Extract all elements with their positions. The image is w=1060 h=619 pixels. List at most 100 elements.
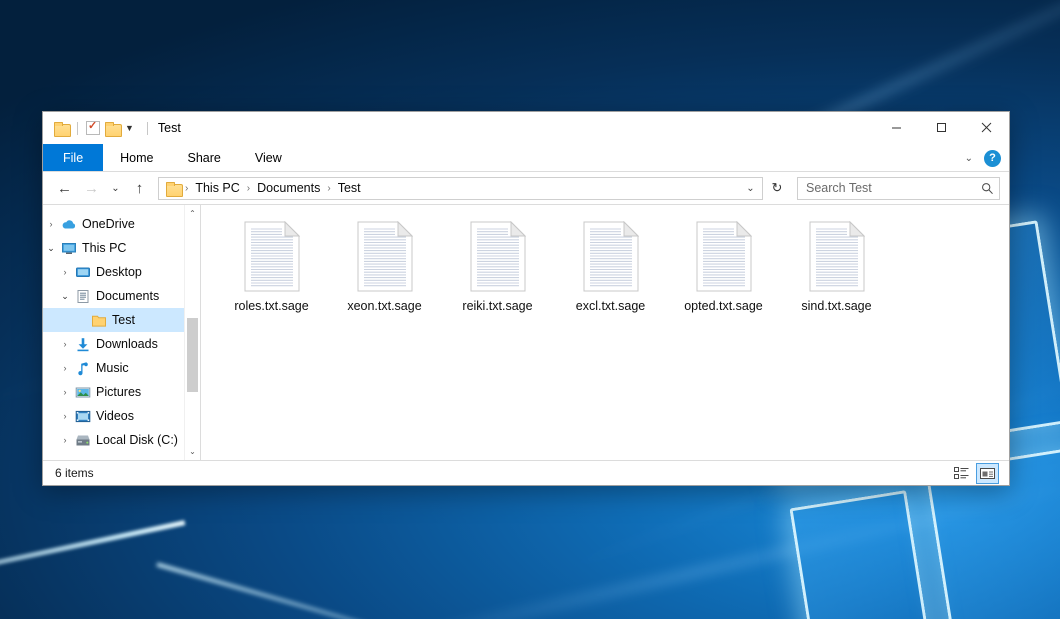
minimize-button[interactable] <box>874 112 919 142</box>
scrollbar-thumb[interactable] <box>187 318 198 392</box>
chevron-down-icon[interactable]: ⌄ <box>43 243 59 254</box>
navigation-scrollbar[interactable]: ⌃ ⌄ <box>184 205 200 460</box>
sidebar-item-documents[interactable]: ⌄ Documents <box>43 284 200 308</box>
details-view-button[interactable] <box>950 463 973 484</box>
sidebar-item-videos[interactable]: › Videos <box>43 404 200 428</box>
back-button[interactable]: ← <box>52 176 77 200</box>
address-bar-row: ← → ⌄ ↑ › This PC › Documents › Test ⌄ ↻… <box>43 172 1009 204</box>
large-icons-view-button[interactable] <box>976 463 999 484</box>
search-box[interactable]: Search Test <box>797 177 1000 200</box>
address-bar[interactable]: › This PC › Documents › Test ⌄ <box>158 177 763 200</box>
title-bar: ▼ Test <box>43 112 1009 144</box>
file-explorer-window: ▼ Test File Home Share View ⌄ ? ← → <box>42 111 1010 486</box>
text-document-icon <box>583 221 639 292</box>
chevron-right-icon[interactable]: › <box>57 387 73 397</box>
sidebar-item-local-disk-c[interactable]: › Local Disk (C:) <box>43 428 200 452</box>
pictures-icon <box>73 385 93 400</box>
window-controls <box>874 112 1009 142</box>
cloud-icon <box>59 217 79 232</box>
item-count-label: 6 items <box>55 466 94 480</box>
text-document-icon <box>244 221 300 292</box>
close-button[interactable] <box>964 112 1009 142</box>
maximize-button[interactable] <box>919 112 964 142</box>
breadcrumb-documents[interactable]: Documents <box>251 179 326 198</box>
ribbon-right-controls: ⌄ ? <box>965 144 1001 172</box>
sidebar-item-pictures[interactable]: › Pictures <box>43 380 200 404</box>
view-mode-buttons <box>950 463 1004 484</box>
desktop-icon <box>73 265 93 280</box>
documents-icon <box>73 289 93 304</box>
scroll-up-arrow-icon[interactable]: ⌃ <box>185 205 200 222</box>
breadcrumb-this-pc[interactable]: This PC <box>189 179 245 198</box>
sidebar-item-label: Local Disk (C:) <box>93 433 178 447</box>
chevron-right-icon[interactable]: › <box>57 363 73 373</box>
sidebar-item-music[interactable]: › Music <box>43 356 200 380</box>
ribbon-tab-bar: File Home Share View ⌄ ? <box>43 144 1009 172</box>
text-document-icon <box>809 221 865 292</box>
tab-share[interactable]: Share <box>171 144 238 171</box>
text-document-icon <box>357 221 413 292</box>
file-item[interactable]: opted.txt.sage <box>667 217 780 319</box>
folder-icon[interactable] <box>54 122 69 135</box>
sidebar-item-downloads[interactable]: ›Downloads <box>43 332 200 356</box>
tab-home[interactable]: Home <box>103 144 170 171</box>
sidebar-item-test[interactable]: Test <box>43 308 200 332</box>
file-item[interactable]: excl.txt.sage <box>554 217 667 319</box>
scroll-down-arrow-icon[interactable]: ⌄ <box>185 443 200 460</box>
up-button[interactable]: ↑ <box>127 176 152 200</box>
file-name-label: excl.txt.sage <box>576 299 645 313</box>
recent-locations-button[interactable]: ⌄ <box>106 176 125 200</box>
forward-button[interactable]: → <box>79 176 104 200</box>
search-input[interactable]: Search Test <box>806 181 981 195</box>
music-icon <box>73 361 93 376</box>
expand-ribbon-chevron-icon[interactable]: ⌄ <box>965 153 973 164</box>
sidebar-item-this-pc[interactable]: ⌄ This PC <box>43 236 200 260</box>
window-title: Test <box>148 121 181 135</box>
file-grid: roles.txt.sage xeon.txt.sage reiki.txt.s… <box>201 205 1009 319</box>
refresh-button[interactable]: ↻ <box>765 177 789 200</box>
sidebar-item-label: Desktop <box>93 265 142 279</box>
file-item[interactable]: xeon.txt.sage <box>328 217 441 319</box>
downloads-icon <box>73 337 93 352</box>
monitor-icon <box>59 241 79 256</box>
address-dropdown-chevron-icon[interactable]: ⌄ <box>741 183 760 194</box>
chevron-right-icon[interactable]: › <box>57 411 73 421</box>
properties-icon[interactable] <box>86 121 100 135</box>
text-document-icon <box>470 221 526 292</box>
sidebar-item-label: Music <box>93 361 129 375</box>
file-name-label: roles.txt.sage <box>234 299 308 313</box>
toolbar-divider <box>77 122 78 135</box>
file-item[interactable]: sind.txt.sage <box>780 217 893 319</box>
scrollbar-track[interactable] <box>185 222 200 443</box>
chevron-right-icon[interactable]: › <box>57 267 73 277</box>
tab-view[interactable]: View <box>238 144 299 171</box>
logo-pane <box>789 490 938 619</box>
sidebar-item-label: This PC <box>79 241 126 255</box>
navigation-pane: › OneDrive ⌄ This PC › Desktop ⌄ Documents Test ›… <box>43 205 201 460</box>
chevron-right-icon[interactable]: › <box>57 435 73 445</box>
sidebar-item-label: Pictures <box>93 385 141 399</box>
customize-chevron-icon[interactable]: ▼ <box>125 124 134 133</box>
file-item[interactable]: reiki.txt.sage <box>441 217 554 319</box>
sidebar-item-desktop[interactable]: › Desktop <box>43 260 200 284</box>
breadcrumb-test[interactable]: Test <box>332 179 367 198</box>
tab-file[interactable]: File <box>43 144 103 171</box>
quick-access-toolbar: ▼ <box>43 121 148 135</box>
file-name-label: sind.txt.sage <box>801 299 871 313</box>
window-body: › OneDrive ⌄ This PC › Desktop ⌄ Documents Test ›… <box>43 204 1009 460</box>
file-list-pane[interactable]: roles.txt.sage xeon.txt.sage reiki.txt.s… <box>201 205 1009 460</box>
sidebar-item-label: Test <box>109 313 135 327</box>
new-folder-icon[interactable] <box>105 122 120 135</box>
chevron-down-icon[interactable]: ⌄ <box>57 291 73 302</box>
chevron-right-icon[interactable]: › <box>43 219 59 229</box>
file-item[interactable]: roles.txt.sage <box>215 217 328 319</box>
sidebar-item-label: Videos <box>93 409 134 423</box>
sidebar-item-onedrive[interactable]: › OneDrive <box>43 212 200 236</box>
help-icon[interactable]: ? <box>984 150 1001 167</box>
chevron-right-icon[interactable]: › <box>57 339 73 349</box>
sidebar-item-label: OneDrive <box>79 217 135 231</box>
sidebar-item-label: Documents <box>93 289 159 303</box>
file-name-label: opted.txt.sage <box>684 299 763 313</box>
file-name-label: xeon.txt.sage <box>347 299 421 313</box>
videos-icon <box>73 409 93 424</box>
